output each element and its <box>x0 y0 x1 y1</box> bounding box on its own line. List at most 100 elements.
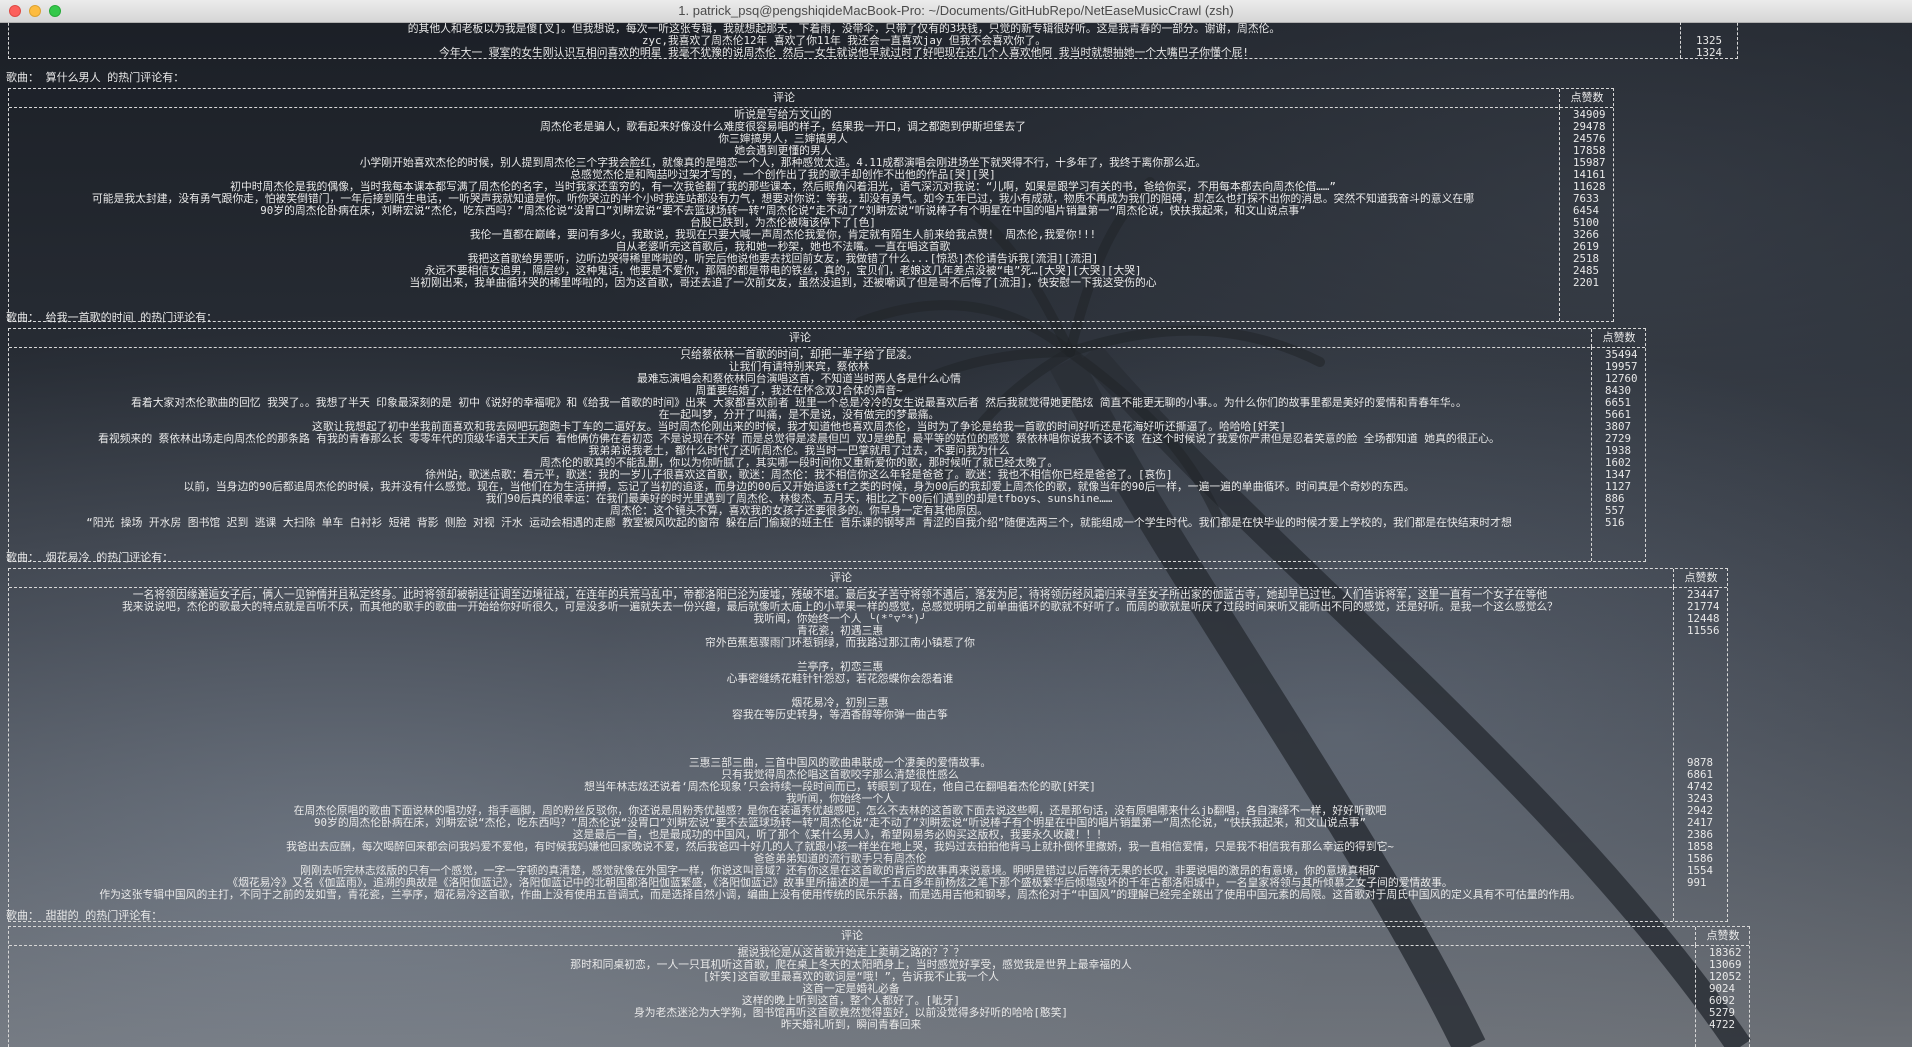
comment-list: 据说我伦是从这首歌开始走上卖萌之路的？？？ 那时和同桌初恋，一人一只耳机听这首歌… <box>9 947 1693 1031</box>
comment-text: 90岁的周杰伦卧病在床，刘畊宏说“杰伦，吃东西吗？”周杰伦说“没胃口”刘畊宏说“… <box>314 817 1366 829</box>
comment-text: 刚刚去听完林志炫版的只有一个感觉，一字一字顿的真清楚，感觉就像在外国字一样，你说… <box>300 865 1380 877</box>
like-count: 1324 <box>1696 46 1723 59</box>
comment-text: 想当年林志炫还说着‘周杰伦现象’只会持续一段时间而已，转眼到了现在，他自己在翻唱… <box>584 781 1096 793</box>
like-count <box>1687 649 1727 661</box>
like-list: 35494 19957 12760 8430 6651 5661 3807 27… <box>1605 349 1645 529</box>
comment-text: 看着大家对杰伦歌曲的回忆 我哭了。。我想了半天 印象最深刻的是 初中《说好的幸福… <box>131 397 1467 409</box>
comment-text: 容我在等历史转身，等酒香醇等你弹一曲古筝 <box>732 709 948 721</box>
comment-text: 我们90后真的很幸运：在我们最美好的时光里遇到了周杰伦、林俊杰、五月天，相比之下… <box>485 493 1113 505</box>
comments-table: 评论 点赞数 听说是写给方文山的 周杰伦老是骗人，歌看起来好像没什么难度很容易唱… <box>8 88 1614 322</box>
comment-text: 在周杰伦原唱的歌曲下面说林的唱功好，指手画脚，周的粉丝反驳你，你还说是周粉秀优越… <box>293 805 1387 817</box>
like-list: 18362 13069 12052 9024 6092 5279 4722 <box>1709 947 1749 1031</box>
comment-text: 烟花易冷，初别三惠 <box>791 697 889 709</box>
comment-text: 周杰伦：这个镜头不算，喜欢我的女孩子还要很多的。你早身一定有其他原因。 <box>610 505 988 517</box>
song-label: 歌曲： 甜甜的 的热门评论有： <box>6 909 163 922</box>
comment-text: 最难忘演唱会和蔡依林同台演唱这首，不知道当时两人各是什么心情 <box>637 373 961 385</box>
column-separator <box>1673 587 1674 921</box>
comment-text: 你三婶搞男人，三婶搞男人 <box>718 133 848 145</box>
like-list: 23447 21774 12448 11556 9878 6861 4742 3… <box>1687 589 1727 889</box>
comment-text: 当初刚出来，我单曲循环哭的稀里哗啦的，因为这首歌，哥还去追了一次前女友，虽然没追… <box>409 277 1157 289</box>
table-header: 评论 点赞数 <box>9 89 1613 108</box>
comment-text <box>9 649 1671 661</box>
like-count <box>1687 685 1727 697</box>
comment-text: 让我们有请特别来宾，蔡依林 <box>728 361 870 373</box>
comment-text: 这是最后一首，也是最成功的中国风，听了那个《某什么男人》，希望网易务必购买这版权… <box>572 829 1108 841</box>
comment-text: 我听闻，你始终一个人 ╰(*°▽°*)╯ <box>753 613 927 625</box>
table-header: 评论 点赞数 <box>9 329 1645 348</box>
comment-list: 听说是写给方文山的 周杰伦老是骗人，歌看起来好像没什么难度很容易唱的样子，结果我… <box>9 109 1557 289</box>
comment-text: “阳光 操场 开水房 图书馆 迟到 逃课 大扫除 单车 白衬衫 短裙 背影 侧脸… <box>86 517 1512 529</box>
like-count <box>1687 733 1727 745</box>
comment-text: 兰亭序，初恋三惠 <box>796 661 884 673</box>
column-separator <box>1695 927 1696 945</box>
column-separator <box>1559 89 1560 107</box>
table-header: 评论 点赞数 <box>9 569 1727 588</box>
comment-text: 这样的晚上听到这首，整个人都好了。[呲牙] <box>741 995 961 1007</box>
header-comment: 评论 <box>841 929 863 942</box>
window-title: 1. patrick_psq@pengshiqideMacBook-Pro: ~… <box>678 3 1234 18</box>
comment-text: 永远不要相信女追男，隔层纱，这种鬼话，他要是不爱你，那隔的都是带电的铁丝，真的，… <box>424 265 1142 277</box>
comment-text: 90岁的周杰伦卧病在床，刘畊宏说“杰伦，吃东西吗？”周杰伦说“没胃口”刘畊宏说“… <box>260 205 1306 217</box>
song-label: 歌曲： 算什么男人 的热门评论有： <box>6 71 185 84</box>
comment-text: 这首一定是婚礼必备 <box>802 983 900 995</box>
comment-list: 一名将领因缘邂逅女子后，俩人一见钟情并且私定终身。此时将领却被朝廷征调至边境征战… <box>9 589 1671 913</box>
column-separator <box>1680 22 1681 58</box>
comment-text: 三惠三部三曲，三首中国风的歌曲串联成一个凄美的爱情故事。 <box>688 757 992 769</box>
comment-text: 周杰伦的歌真的不能乱删，你以为你听腻了，其实哪一段时间你又重新爱你的歌，那时候听… <box>539 457 1059 469</box>
like-count <box>1687 661 1727 673</box>
fragment-likes: 1325 1324 <box>1696 23 1736 59</box>
column-separator <box>1591 329 1592 347</box>
comment-text: 我弟弟说我老土，都什么时代了还听周杰伦。我当时一巴掌就甩了过去，不要问我为什么 <box>588 445 1010 457</box>
comment-text: 以前，当身边的90后都追周杰伦的时候，我并没有什么感觉。现在，当他们在为生活拼搏… <box>183 481 1415 493</box>
comment-text: 可能是我太封建，没有勇气跟你走，怕被笑倒错门，一年后接到陌生电话，一听哭声我就知… <box>92 193 1474 205</box>
like-count: 516 <box>1605 516 1625 529</box>
song-label: 歌曲： 烟花易冷 的热门评论有： <box>6 551 174 564</box>
terminal-output[interactable]: 的其他人和老板以为我是傻[叉]。但我想说，每次一听这张专辑，我就想起那天，下着雨… <box>0 18 1912 1047</box>
like-count <box>1687 721 1727 733</box>
comments-table: 评论 点赞数 据说我伦是从这首歌开始走上卖萌之路的？？？ 那时和同桌初恋，一人一… <box>8 926 1750 1047</box>
comment-text: 《烟花易冷》又名《伽蓝雨》，追溯的典故是《洛阳伽蓝记》，洛阳伽蓝记中的北朝国都洛… <box>227 877 1453 889</box>
comment-text: 自从老婆听完这首歌后，我和她一秒架，她也不法嘴。一直在唱这首歌 <box>615 241 951 253</box>
comment-text <box>9 685 1671 697</box>
comment-text: 这歌让我想起了初中坐我前面喜欢和我去网吧玩跑跑卡丁车的二逼好友。当时周杰伦刚出来… <box>312 421 1286 433</box>
column-separator <box>1673 569 1674 587</box>
like-count: 11556 <box>1687 624 1720 637</box>
comment-text: 青花瓷，初遇三惠 <box>796 625 884 637</box>
like-count <box>1687 637 1727 649</box>
comment-text <box>9 745 1671 757</box>
comment-text: 爸爸弟弟知道的流行歌手只有周杰伦 <box>753 853 927 865</box>
comments-table: 评论 点赞数 一名将领因缘邂逅女子后，俩人一见钟情并且私定终身。此时将领却被朝廷… <box>8 568 1728 922</box>
header-likes: 点赞数 <box>1684 571 1718 584</box>
comment-text <box>9 901 1671 913</box>
comment-text: 心事密缝绣花鞋针针怨怼，若花怨蝶你会怨着谁 <box>726 673 954 685</box>
comment-text: 我爸出去应酬，每次喝醉回来都会问我妈爱不爱他，有时候我妈嫌他回家晚说不爱，然后我… <box>286 841 1394 853</box>
comment-text: 初中时周杰伦是我的偶像，当时我每本课本都写满了周杰伦的名字，当时我家还蛮穷的，有… <box>230 181 1336 193</box>
comment-text: 一名将领因缘邂逅女子后，俩人一见钟情并且私定终身。此时将领却被朝廷征调至边境征战… <box>132 589 1548 601</box>
comment-text: 看视频来的 蔡依林出场走向周杰伦的那条路 有我的青春那么长 零零年代的顶级华语天… <box>98 433 1500 445</box>
table-header: 评论 点赞数 <box>9 927 1749 946</box>
like-count: 991 <box>1687 876 1707 889</box>
header-comment: 评论 <box>830 571 852 584</box>
comment-text: 周董要结婚了，我还在怀念双J合体的声音~ <box>695 385 903 397</box>
header-likes: 点赞数 <box>1706 929 1740 942</box>
comment-text: 帘外芭蕉惹骤雨门环惹铜绿，而我路过那江南小镇惹了你 <box>705 637 975 649</box>
comment-text: 在一起叫梦，分开了叫痛，是不是说，没有做完的梦最痛。 <box>658 409 940 421</box>
fragment-comments: 的其他人和老板以为我是傻[叉]。但我想说，每次一听这张专辑，我就想起那天，下着雨… <box>10 23 1678 59</box>
comment-text: 作为这张专辑中国风的主打，不同于之前的发如雪，青花瓷，兰亭序，烟花易冷这首歌，作… <box>99 889 1581 901</box>
comment-text <box>9 733 1671 745</box>
comment-text: 我听闻，你始终一个人 <box>786 793 894 805</box>
header-comment: 评论 <box>773 91 795 104</box>
comment-list: 只给蔡依林一首歌的时间，却把一辈子给了昆凌。 让我们有请特别来宾，蔡依林 最难忘… <box>9 349 1589 529</box>
comment-text: 昨天婚礼听到，瞬间青春回来 <box>780 1019 922 1031</box>
column-separator <box>1591 347 1592 561</box>
comment-text: 她会遇到更懂的男人 <box>734 145 832 157</box>
comment-text: 身为老杰迷沦为大学狗，图书馆再听这首歌竟然觉得蛮好，以前没觉得多好听的哈哈[憨笑… <box>633 1007 1069 1019</box>
comment-text: 那时和同桌初恋，一人一只耳机听这首歌，爬在桌上冬天的太阳晒身上，当时感觉好享受，… <box>570 959 1132 971</box>
header-comment: 评论 <box>789 331 811 344</box>
column-separator <box>1695 945 1696 1047</box>
comment-text: 只有我觉得周杰伦唱这首歌咬字那么清楚很性感么 <box>721 769 959 781</box>
comment-text: 徐州站，歌迷点歌：看元平，歌迷：我的一岁儿子很喜欢这首歌，歌迷：周杰伦：我不相信… <box>425 469 1173 481</box>
comment-text: 只给蔡依林一首歌的时间，却把一辈子给了昆凌。 <box>680 349 918 361</box>
comment-text: 总感觉杰伦是和陶喆吵过架才写的，一个创作出了我的歌手却创作不出他的作品[哭][哭… <box>570 169 996 181</box>
header-likes: 点赞数 <box>1602 331 1636 344</box>
